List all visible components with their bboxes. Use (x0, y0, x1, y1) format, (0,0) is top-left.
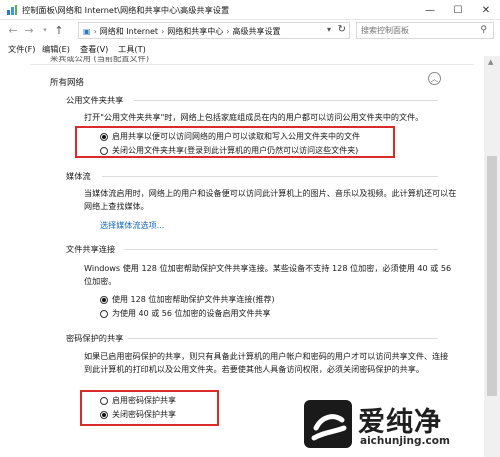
password-disable-option[interactable]: 关闭密码保护共享 (100, 409, 176, 420)
public-folder-description: 打开"公用文件夹共享"时，网络上包括家庭组成员在内的用户都可以访问公用文件夹中的… (84, 112, 424, 122)
close-button[interactable]: ✕ (472, 0, 500, 20)
password-sharing-heading: 密码保护的共享 (66, 333, 124, 343)
collapse-chevron-icon[interactable]: ︿ (428, 72, 441, 85)
menu-file[interactable]: 文件(F) (8, 43, 35, 55)
title-bar: 控制面板\网络和 Internet\网络和共享中心\高级共享设置 — ☐ ✕ (0, 0, 500, 20)
window-title: 控制面板\网络和 Internet\网络和共享中心\高级共享设置 (22, 5, 230, 15)
address-row: ← → ▾ ↑ ▣ › 网络和 Internet › 网络和共享中心 › 高级共享设置 ▾ … (0, 20, 500, 42)
address-dropdown-icon[interactable]: ▾ (327, 25, 331, 34)
encryption-40-56-option[interactable]: 为使用 40 或 56 位加密的设备启用文件共享 (100, 308, 271, 319)
divider (102, 176, 438, 177)
divider (30, 64, 474, 65)
menu-tools[interactable]: 工具(T) (118, 43, 146, 55)
breadcrumb-advanced-sharing[interactable]: 高级共享设置 (232, 27, 280, 36)
file-sharing-heading: 文件共享连接 (66, 244, 116, 254)
maximize-button[interactable]: ☐ (444, 0, 472, 20)
scrollbar-thumb[interactable] (487, 156, 497, 396)
vertical-scrollbar[interactable]: ▲ (484, 56, 500, 457)
scroll-up-arrow-icon[interactable]: ▲ (488, 58, 493, 66)
public-folder-enable-option[interactable]: 启用共享以便可以访问网络的用户可以读取和写入公用文件夹中的文件 (100, 131, 360, 142)
public-folder-heading: 公用文件夹共享 (66, 95, 124, 105)
search-input[interactable] (357, 23, 467, 38)
choose-media-streaming-link[interactable]: 选择媒体流选项... (100, 220, 164, 231)
breadcrumb-network-internet[interactable]: 网络和 Internet (100, 27, 158, 36)
file-sharing-description: Windows 使用 128 位加密帮助保护文件共享连接。某些设备不支持 128… (84, 263, 452, 286)
settings-content: 来宾或公用 (当前配置文件) 所有网络 ︿ 公用文件夹共享 打开"公用文件夹共享… (0, 56, 484, 457)
option-label: 为使用 40 或 56 位加密的设备启用文件共享 (112, 309, 271, 318)
menu-bar: 文件(F) 编辑(E) 查看(V) 工具(T) (0, 42, 500, 56)
radio-selected[interactable] (100, 410, 108, 419)
address-bar[interactable]: ▣ › 网络和 Internet › 网络和共享中心 › 高级共享设置 ▾ ↻ (78, 22, 350, 39)
media-streaming-heading: 媒体流 (66, 171, 91, 181)
password-enable-option[interactable]: 启用密码保护共享 (100, 395, 176, 406)
control-panel-icon (7, 5, 17, 15)
watermark-logo-icon (304, 400, 352, 448)
option-label: 关闭密码保护共享 (112, 410, 176, 419)
location-icon: ▣ (83, 27, 91, 36)
divider (128, 338, 438, 339)
encryption-128-option[interactable]: 使用 128 位加密帮助保护文件共享连接(推荐) (100, 294, 275, 305)
password-sharing-description: 如果已启用密码保护的共享，则只有具备此计算机的用户帐户和密码的用户才可以访问共享… (84, 351, 449, 374)
recent-dropdown-icon[interactable]: ▾ (38, 23, 52, 37)
all-networks-title: 所有网络 (50, 78, 85, 88)
guest-public-profile-label: 来宾或公用 (当前配置文件) (50, 56, 150, 63)
option-label: 关闭公用文件夹共享(登录到此计算机的用户仍然可以访问这些文件夹) (112, 146, 359, 155)
public-folder-disable-option[interactable]: 关闭公用文件夹共享(登录到此计算机的用户仍然可以访问这些文件夹) (100, 145, 358, 156)
radio-unselected[interactable] (100, 309, 108, 318)
menu-view[interactable]: 查看(V) (80, 43, 108, 55)
radio-unselected[interactable] (100, 146, 108, 155)
divider (134, 100, 438, 101)
watermark: 爱纯净 aichunjing.com (302, 398, 492, 452)
watermark-text: 爱纯净 (358, 407, 442, 438)
breadcrumb-network-center[interactable]: 网络和共享中心 (167, 27, 223, 36)
search-box[interactable]: ⚲ (356, 22, 494, 39)
media-streaming-description: 当媒体流启用时，网络上的用户和设备便可以访问此计算机上的图片、音乐以及视频。此计… (84, 188, 457, 211)
back-arrow-icon[interactable]: ← (6, 23, 20, 37)
search-icon[interactable]: ⚲ (480, 25, 487, 35)
option-label: 使用 128 位加密帮助保护文件共享连接(推荐) (112, 295, 275, 304)
option-label: 启用共享以便可以访问网络的用户可以读取和写入公用文件夹中的文件 (112, 132, 360, 141)
forward-arrow-icon[interactable]: → (22, 23, 36, 37)
radio-selected[interactable] (100, 295, 108, 304)
option-label: 启用密码保护共享 (112, 396, 176, 405)
menu-edit[interactable]: 编辑(E) (42, 43, 70, 55)
divider (124, 249, 438, 250)
breadcrumb: ▣ › 网络和 Internet › 网络和共享中心 › 高级共享设置 (83, 27, 281, 36)
radio-selected[interactable] (100, 132, 108, 141)
radio-unselected[interactable] (100, 396, 108, 405)
minimize-button[interactable]: — (416, 0, 444, 20)
up-arrow-icon[interactable]: ↑ (52, 23, 66, 37)
watermark-url: aichunjing.com (360, 435, 450, 447)
refresh-icon[interactable]: ↻ (338, 24, 346, 35)
